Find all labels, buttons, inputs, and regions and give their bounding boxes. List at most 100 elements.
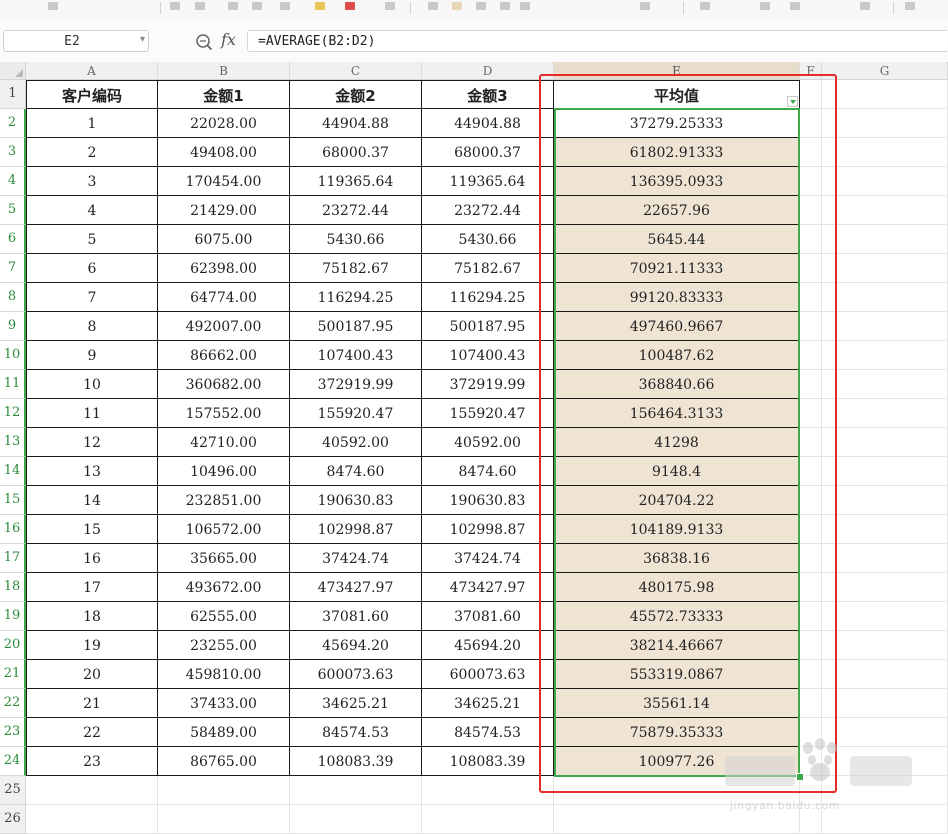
cell-b13[interactable]: 42710.00 xyxy=(158,428,290,457)
cell-a2[interactable]: 1 xyxy=(26,109,158,138)
cell-e15[interactable]: 204704.22 xyxy=(554,486,800,515)
cell-e3[interactable]: 61802.91333 xyxy=(554,138,800,167)
column-header-b[interactable]: B xyxy=(158,62,290,80)
cell-e17[interactable]: 36838.16 xyxy=(554,544,800,573)
cell-c19[interactable]: 37081.60 xyxy=(290,602,422,631)
cell-d12[interactable]: 155920.47 xyxy=(422,399,554,428)
cell-c17[interactable]: 37424.74 xyxy=(290,544,422,573)
cell-b19[interactable]: 62555.00 xyxy=(158,602,290,631)
cell-g17[interactable] xyxy=(822,544,948,573)
cell-a25[interactable] xyxy=(26,776,158,805)
cell-g8[interactable] xyxy=(822,283,948,312)
row-header-22[interactable]: 22 xyxy=(0,689,26,718)
zoom-icon[interactable] xyxy=(195,33,213,51)
cell-b17[interactable]: 35665.00 xyxy=(158,544,290,573)
cell-f3[interactable] xyxy=(800,138,822,167)
ribbon-button[interactable] xyxy=(452,2,462,10)
cell-e12[interactable]: 156464.3133 xyxy=(554,399,800,428)
row-header-17[interactable]: 17 xyxy=(0,544,26,573)
cell-c8[interactable]: 116294.25 xyxy=(290,283,422,312)
cell-g19[interactable] xyxy=(822,602,948,631)
column-header-e[interactable]: E xyxy=(554,62,800,80)
cell-f4[interactable] xyxy=(800,167,822,196)
cell-a15[interactable]: 14 xyxy=(26,486,158,515)
row-header-1[interactable]: 1 xyxy=(0,80,26,109)
cell-a23[interactable]: 22 xyxy=(26,718,158,747)
cell-c23[interactable]: 84574.53 xyxy=(290,718,422,747)
ribbon-button[interactable] xyxy=(500,2,510,10)
cell-f11[interactable] xyxy=(800,370,822,399)
cell-a9[interactable]: 8 xyxy=(26,312,158,341)
cell-a16[interactable]: 15 xyxy=(26,515,158,544)
cell-d11[interactable]: 372919.99 xyxy=(422,370,554,399)
cell-b7[interactable]: 62398.00 xyxy=(158,254,290,283)
cell-b4[interactable]: 170454.00 xyxy=(158,167,290,196)
cell-d6[interactable]: 5430.66 xyxy=(422,225,554,254)
cell-e21[interactable]: 553319.0867 xyxy=(554,660,800,689)
cell-a4[interactable]: 3 xyxy=(26,167,158,196)
cell-c22[interactable]: 34625.21 xyxy=(290,689,422,718)
cell-a10[interactable]: 9 xyxy=(26,341,158,370)
cell-e5[interactable]: 22657.96 xyxy=(554,196,800,225)
cell-g5[interactable] xyxy=(822,196,948,225)
row-header-24[interactable]: 24 xyxy=(0,747,26,776)
row-header-21[interactable]: 21 xyxy=(0,660,26,689)
cell-d7[interactable]: 75182.67 xyxy=(422,254,554,283)
cell-d10[interactable]: 107400.43 xyxy=(422,341,554,370)
cell-g10[interactable] xyxy=(822,341,948,370)
ribbon-button[interactable] xyxy=(280,2,290,10)
cell-a19[interactable]: 18 xyxy=(26,602,158,631)
ribbon-button[interactable] xyxy=(48,2,58,10)
cell-g14[interactable] xyxy=(822,457,948,486)
row-header-10[interactable]: 10 xyxy=(0,341,26,370)
name-box[interactable]: E2 ▾ xyxy=(3,30,149,52)
cell-b25[interactable] xyxy=(158,776,290,805)
cell-a14[interactable]: 13 xyxy=(26,457,158,486)
cell-c24[interactable]: 108083.39 xyxy=(290,747,422,776)
row-header-13[interactable]: 13 xyxy=(0,428,26,457)
cell-d23[interactable]: 84574.53 xyxy=(422,718,554,747)
cell-f6[interactable] xyxy=(800,225,822,254)
cell-b3[interactable]: 49408.00 xyxy=(158,138,290,167)
cell-a22[interactable]: 21 xyxy=(26,689,158,718)
cell-f8[interactable] xyxy=(800,283,822,312)
cell-e6[interactable]: 5645.44 xyxy=(554,225,800,254)
cell-f24[interactable] xyxy=(800,747,822,776)
cell-b16[interactable]: 106572.00 xyxy=(158,515,290,544)
cell-c4[interactable]: 119365.64 xyxy=(290,167,422,196)
row-header-4[interactable]: 4 xyxy=(0,167,26,196)
cell-g11[interactable] xyxy=(822,370,948,399)
header-cell-e[interactable]: 平均值 xyxy=(554,80,800,109)
cell-b21[interactable]: 459810.00 xyxy=(158,660,290,689)
cell-e14[interactable]: 9148.4 xyxy=(554,457,800,486)
cell-f23[interactable] xyxy=(800,718,822,747)
cell-g20[interactable] xyxy=(822,631,948,660)
cell-d20[interactable]: 45694.20 xyxy=(422,631,554,660)
cell-a20[interactable]: 19 xyxy=(26,631,158,660)
cell-f17[interactable] xyxy=(800,544,822,573)
header-cell-d[interactable]: 金额3 xyxy=(422,80,554,109)
cell-g3[interactable] xyxy=(822,138,948,167)
cell-b22[interactable]: 37433.00 xyxy=(158,689,290,718)
cell-c3[interactable]: 68000.37 xyxy=(290,138,422,167)
cell-c20[interactable]: 45694.20 xyxy=(290,631,422,660)
cell-a5[interactable]: 4 xyxy=(26,196,158,225)
cell-d15[interactable]: 190630.83 xyxy=(422,486,554,515)
cell-g16[interactable] xyxy=(822,515,948,544)
cell-c10[interactable]: 107400.43 xyxy=(290,341,422,370)
ribbon-button[interactable] xyxy=(315,2,325,10)
column-header-g[interactable]: G xyxy=(822,62,948,80)
cell-c15[interactable]: 190630.83 xyxy=(290,486,422,515)
cell-a24[interactable]: 23 xyxy=(26,747,158,776)
row-header-5[interactable]: 5 xyxy=(0,196,26,225)
cell-e25[interactable] xyxy=(554,776,800,805)
ribbon-button[interactable] xyxy=(476,2,486,10)
row-header-26[interactable]: 26 xyxy=(0,805,26,834)
cell-a26[interactable] xyxy=(26,805,158,834)
row-header-18[interactable]: 18 xyxy=(0,573,26,602)
cell-b23[interactable]: 58489.00 xyxy=(158,718,290,747)
cell-g21[interactable] xyxy=(822,660,948,689)
cell-c25[interactable] xyxy=(290,776,422,805)
cell-a7[interactable]: 6 xyxy=(26,254,158,283)
row-header-9[interactable]: 9 xyxy=(0,312,26,341)
